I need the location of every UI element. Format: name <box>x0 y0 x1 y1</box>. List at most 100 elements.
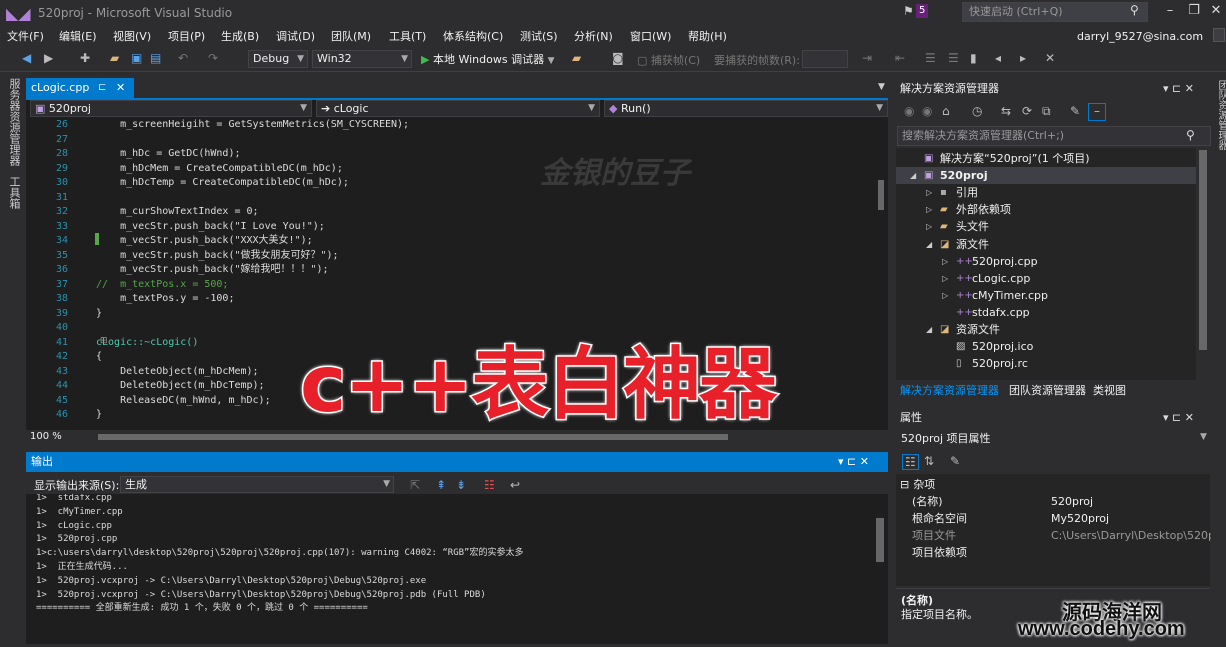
camera-icon[interactable]: ◙ <box>612 51 624 65</box>
solution-platform-select[interactable]: Win32 ▼ <box>312 50 412 68</box>
collapse-arrow-icon[interactable]: ◢ <box>926 321 932 338</box>
code-line[interactable]: 43 DeleteObject(m_hDcMem); <box>26 365 259 380</box>
menu-file[interactable]: 文件(F) <box>7 28 44 44</box>
notification-flag-icon[interactable]: ⚑ <box>903 4 914 18</box>
solution-search-input[interactable]: 搜索解决方案资源管理器(Ctrl+;) <box>897 126 1211 146</box>
tree-item[interactable]: ◢ ◪ 源文件 <box>896 236 1196 253</box>
property-value[interactable]: My520proj <box>1051 510 1211 527</box>
frames-to-capture-input[interactable] <box>802 50 848 68</box>
solution-configuration-select[interactable]: Debug ▼ <box>248 50 308 68</box>
save-all-icon[interactable]: ▤ <box>150 51 161 65</box>
expand-arrow-icon[interactable]: ▷ <box>942 287 948 304</box>
expand-arrow-icon[interactable]: ▷ <box>926 184 932 201</box>
code-line[interactable]: 37 // m_textPos.x = 500; <box>26 278 229 293</box>
bookmark-icon[interactable]: ▮ <box>970 51 977 65</box>
pin-view-icon[interactable]: – <box>1088 103 1106 121</box>
account-name[interactable]: darryl_9527@sina.com <box>1077 30 1203 43</box>
code-line[interactable]: 31 <box>26 191 96 206</box>
code-line[interactable]: 30 m_hDcTemp = CreateCompatibleDC(m_hDc)… <box>26 176 349 191</box>
menu-analyze[interactable]: 分析(N) <box>574 28 613 44</box>
go-to-previous-message-icon[interactable]: ⇞ <box>436 478 446 492</box>
pin-icon[interactable]: ⊏ <box>98 78 106 98</box>
property-row[interactable]: 根命名空间 My520proj <box>896 510 1210 527</box>
next-bookmark-icon[interactable]: ▸ <box>1020 51 1026 65</box>
tree-item[interactable]: ▷ ▰ 头文件 <box>896 218 1196 235</box>
code-line[interactable]: 46} <box>26 408 102 423</box>
properties-category[interactable]: ⊟ 杂项 <box>896 476 935 493</box>
redo-icon[interactable]: ↷ <box>208 51 218 65</box>
menu-view[interactable]: 视图(V) <box>113 28 151 44</box>
property-row[interactable]: 项目依赖项 <box>896 544 1210 561</box>
collapse-arrow-icon[interactable]: ◢ <box>910 167 916 184</box>
code-line[interactable]: 33 m_vecStr.push_back("I Love You!"); <box>26 220 325 235</box>
code-line[interactable]: 36 m_vecStr.push_back("嫁给我吧！！！"); <box>26 263 329 278</box>
menu-build[interactable]: 生成(B) <box>221 28 259 44</box>
output-source-select[interactable]: 生成 ▼ <box>120 476 394 493</box>
expand-arrow-icon[interactable]: ▷ <box>942 253 948 270</box>
tree-item[interactable]: ▷ ▪ 引用 <box>896 184 1196 201</box>
prev-bookmark-icon[interactable]: ◂ <box>995 51 1001 65</box>
editor-horizontal-scroll-thumb[interactable] <box>98 434 728 440</box>
editor-scroll-thumb[interactable] <box>878 180 884 210</box>
tree-item[interactable]: ◢ ▣ 520proj <box>896 167 1196 185</box>
property-row[interactable]: (名称) 520proj <box>896 493 1210 510</box>
outdent-icon[interactable]: ⇤ <box>895 51 905 65</box>
tab-overflow-icon[interactable]: ▼ <box>878 82 885 92</box>
notification-badge[interactable]: 5 <box>916 4 929 18</box>
search-icon[interactable]: ⚲ <box>1130 3 1139 17</box>
code-line[interactable]: 42 { <box>26 350 102 365</box>
server-explorer-tab[interactable]: 服务器资源管理器 <box>6 78 22 166</box>
start-debugging-button[interactable]: ▶ 本地 Windows 调试器 ▼ <box>421 51 555 67</box>
code-line[interactable]: 27 <box>26 133 96 148</box>
new-project-icon[interactable]: ✚ <box>80 51 90 65</box>
tree-item[interactable]: ▷ ++ cLogic.cpp <box>896 270 1196 287</box>
zoom-level[interactable]: 100 % <box>30 431 62 442</box>
open-file-icon[interactable]: ▰ <box>110 51 119 65</box>
menu-project[interactable]: 项目(P) <box>168 28 205 44</box>
property-value[interactable]: 520proj <box>1051 493 1211 510</box>
menu-team[interactable]: 团队(M) <box>331 28 371 44</box>
code-line[interactable]: 26 m_screenHeigiht = GetSystemMetrics(SM… <box>26 118 409 133</box>
code-line[interactable]: 32 m_curShowTextIndex = 0; <box>26 205 259 220</box>
menu-edit[interactable]: 编辑(E) <box>59 28 97 44</box>
project-navigation-select[interactable]: ▣ 520proj ▼ <box>30 100 312 117</box>
collapse-all-icon[interactable]: ⧉ <box>1042 104 1051 119</box>
tree-item[interactable]: ++ stdafx.cpp <box>896 304 1196 321</box>
expand-arrow-icon[interactable]: ▷ <box>942 270 948 287</box>
minimize-button[interactable]: – <box>1160 3 1180 18</box>
tab-class-view[interactable]: 类视图 <box>1090 383 1129 399</box>
code-line[interactable]: 41 cLogic::~cLogic() <box>26 336 198 351</box>
expand-arrow-icon[interactable]: ▷ <box>926 218 932 235</box>
indent-icon[interactable]: ⇥ <box>862 51 872 65</box>
code-line[interactable]: 35 m_vecStr.push_back("做我女朋友可好？"); <box>26 249 339 264</box>
property-pages-wrench-icon[interactable]: ✎ <box>950 454 960 468</box>
undo-icon[interactable]: ↶ <box>178 51 188 65</box>
close-button[interactable]: ✕ <box>1206 3 1226 18</box>
navigate-forward-icon[interactable]: ▶ <box>44 51 53 65</box>
code-line[interactable]: 45 ReleaseDC(m_hWnd, m_hDc); <box>26 394 271 409</box>
clear-bookmarks-icon[interactable]: ✕ <box>1045 51 1055 65</box>
property-row[interactable]: 项目文件 C:\Users\Darryl\Desktop\520proj <box>896 527 1211 544</box>
save-icon[interactable]: ▣ <box>131 51 142 65</box>
tree-item[interactable]: ▣ 解决方案“520proj”(1 个项目) <box>896 150 1196 167</box>
categorized-icon[interactable]: ☷ <box>902 454 919 470</box>
output-panel-header[interactable]: 输出 <box>26 452 888 472</box>
tree-item[interactable]: ▷ ++ 520proj.cpp <box>896 253 1196 270</box>
collapse-outline-icon[interactable]: ⊟ <box>100 336 108 346</box>
uncomment-icon[interactable]: ☰ <box>948 51 959 65</box>
menu-help[interactable]: 帮助(H) <box>688 28 727 44</box>
tab-solution-explorer[interactable]: 解决方案资源管理器 <box>897 383 1002 399</box>
code-line[interactable]: 38 m_textPos.y = -100; <box>26 292 235 307</box>
panel-controls[interactable]: ▾ ⊏ ✕ <box>838 452 869 472</box>
menu-window[interactable]: 窗口(W) <box>630 28 671 44</box>
menu-debug[interactable]: 调试(D) <box>276 28 315 44</box>
code-line[interactable]: 40 <box>26 321 96 336</box>
word-wrap-icon[interactable]: ↩ <box>510 478 520 492</box>
class-navigation-select[interactable]: ➔ cLogic ▼ <box>316 100 600 117</box>
comment-icon[interactable]: ☰ <box>925 51 936 65</box>
editor-vertical-scrollbar[interactable] <box>874 118 888 428</box>
clear-all-icon[interactable]: ☷ <box>484 478 495 492</box>
menu-tools[interactable]: 工具(T) <box>389 28 426 44</box>
properties-object-select[interactable]: 520proj 项目属性 <box>897 430 1209 448</box>
code-line[interactable]: 44 DeleteObject(m_hDcTemp); <box>26 379 265 394</box>
